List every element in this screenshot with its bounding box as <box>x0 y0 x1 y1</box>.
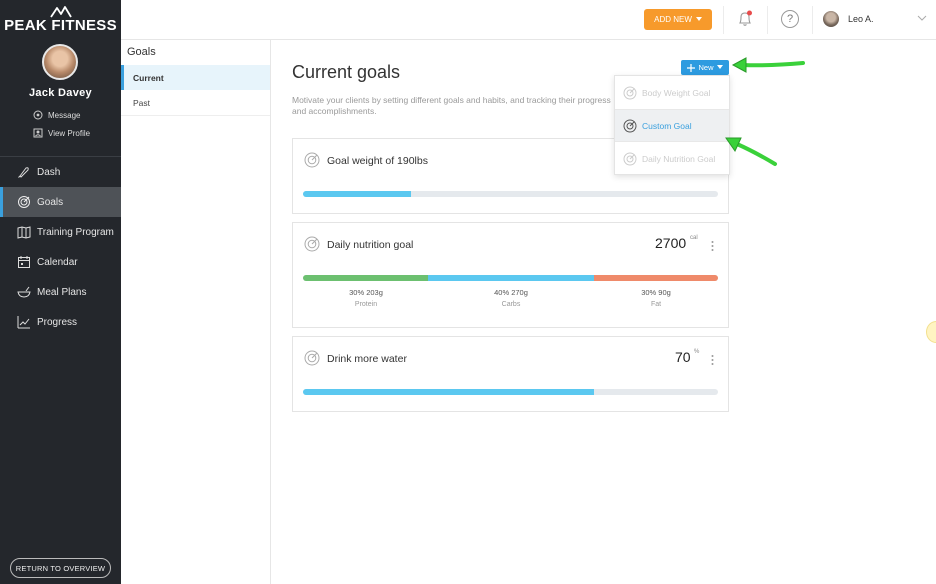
message-link[interactable]: Message <box>33 110 80 120</box>
goal-card[interactable]: Drink more water 70 % <box>292 336 729 412</box>
goal-progress-bar <box>303 389 718 395</box>
annotation-arrow <box>725 137 777 166</box>
view-profile-label: View Profile <box>48 128 91 138</box>
macro-segment-protein <box>303 275 428 281</box>
subnav-title: Goals <box>127 46 156 58</box>
goals-subnav: Goals Current Past <box>121 40 271 584</box>
brand[interactable]: PEAK FITNESS <box>0 6 121 34</box>
current-user-name[interactable]: Leo A. <box>848 14 874 24</box>
profile-icon <box>33 128 43 138</box>
macro-name: Carbs <box>501 301 521 308</box>
view-profile-link[interactable]: View Profile <box>33 128 90 138</box>
target-icon <box>304 236 320 252</box>
caret-down-icon <box>695 17 702 21</box>
goal-progress-fill <box>303 389 594 395</box>
sidebar-item-label: Calendar <box>37 256 78 268</box>
client-avatar[interactable] <box>42 44 78 80</box>
new-goal-dropdown: Body Weight Goal Custom Goal Daily Nutri… <box>614 75 730 175</box>
dropdown-item-custom-goal[interactable]: Custom Goal <box>615 109 729 142</box>
macro-segment-carbs <box>427 275 594 281</box>
sidebar-item-meal-plans[interactable]: Meal Plans <box>0 277 121 307</box>
sidebar-item-label: Training Program <box>37 226 114 238</box>
macro-value: 40% 270g <box>494 288 528 297</box>
add-new-label: ADD NEW <box>654 15 692 24</box>
topbar-divider <box>767 6 768 34</box>
top-bar: ADD NEW ? Leo A. <box>121 0 936 40</box>
plus-icon <box>687 63 696 72</box>
topbar-divider <box>812 6 813 34</box>
sidebar-item-label: Dash <box>37 166 61 178</box>
dropdown-item-label: Custom Goal <box>642 120 692 131</box>
target-icon <box>18 196 30 208</box>
dropdown-item-label: Daily Nutrition Goal <box>642 153 716 164</box>
brand-name: PEAK FITNESS <box>4 17 117 34</box>
macro-carbs: 40% 270g Carbs <box>441 288 581 308</box>
more-options-icon[interactable] <box>711 354 714 366</box>
message-icon <box>33 110 43 120</box>
macro-name: Fat <box>650 301 662 308</box>
macro-name: Protein <box>354 301 378 308</box>
client-name: Jack Davey <box>29 87 92 99</box>
target-icon <box>623 119 637 132</box>
sidebar-item-progress[interactable]: Progress <box>0 307 121 337</box>
message-label: Message <box>48 110 81 120</box>
macro-value: 30% 90g <box>641 288 671 297</box>
macro-fat: 30% 90g Fat <box>586 288 726 308</box>
help-bubble[interactable] <box>926 321 936 343</box>
book-icon <box>17 226 31 239</box>
macro-protein: 30% 203g Protein <box>296 288 436 308</box>
topbar-divider <box>723 6 724 34</box>
subnav-item-current[interactable]: Current <box>121 65 270 90</box>
sidebar-item-training-program[interactable]: Training Program <box>0 217 121 247</box>
new-goal-button[interactable]: New <box>681 60 729 75</box>
sidebar-item-dash[interactable]: Dash <box>0 157 121 187</box>
chart-icon <box>17 316 30 329</box>
target-icon <box>304 350 320 366</box>
help-icon[interactable]: ? <box>781 10 799 28</box>
sidebar: PEAK FITNESS Jack Davey Message View Pro… <box>0 0 121 584</box>
macro-distribution-bar <box>303 275 718 281</box>
page-title: Current goals <box>292 62 401 82</box>
sidebar-item-goals[interactable]: Goals <box>0 187 121 217</box>
goal-title: Daily nutrition goal <box>327 239 414 251</box>
target-icon <box>623 152 637 165</box>
bowl-icon <box>17 286 31 298</box>
macro-segment-fat <box>593 275 718 281</box>
new-goal-label: New <box>698 63 714 72</box>
goal-progress-fill <box>303 191 411 197</box>
goal-title: Goal weight of 190lbs <box>327 155 428 167</box>
add-new-button[interactable]: ADD NEW <box>644 9 712 30</box>
rocket-icon <box>18 167 29 178</box>
chevron-down-icon[interactable] <box>917 14 927 22</box>
sidebar-nav: Dash Goals Training Program Calendar Mea… <box>0 157 121 337</box>
goal-value: 70 <box>675 349 691 365</box>
notification-bell-icon[interactable] <box>735 9 755 29</box>
goal-progress-bar <box>303 191 718 197</box>
target-icon <box>623 86 637 99</box>
page-description: Motivate your clients by setting differe… <box>292 95 611 116</box>
goal-card[interactable]: Daily nutrition goal 2700 cal 30% 203g P… <box>292 222 729 328</box>
goal-title: Drink more water <box>327 353 407 365</box>
user-avatar[interactable] <box>823 11 839 27</box>
sidebar-item-label: Goals <box>37 196 64 208</box>
caret-down-icon <box>716 65 723 69</box>
annotation-arrow <box>731 57 805 73</box>
sidebar-item-calendar[interactable]: Calendar <box>0 247 121 277</box>
target-icon <box>304 152 320 168</box>
more-options-icon[interactable] <box>711 240 714 252</box>
return-to-overview-button[interactable]: RETURN TO OVERVIEW <box>10 558 111 578</box>
dropdown-item-body-weight-goal[interactable]: Body Weight Goal <box>615 76 729 109</box>
goal-unit: % <box>694 349 700 355</box>
dropdown-item-label: Body Weight Goal <box>642 87 711 98</box>
macro-value: 30% 203g <box>349 288 383 297</box>
sidebar-item-label: Progress <box>37 316 78 328</box>
calendar-icon <box>18 256 30 268</box>
goal-unit: cal <box>690 235 698 241</box>
sidebar-item-label: Meal Plans <box>37 286 87 298</box>
subnav-item-past[interactable]: Past <box>121 91 270 116</box>
dropdown-item-daily-nutrition-goal[interactable]: Daily Nutrition Goal <box>615 142 729 175</box>
goal-value: 2700 <box>655 235 687 251</box>
